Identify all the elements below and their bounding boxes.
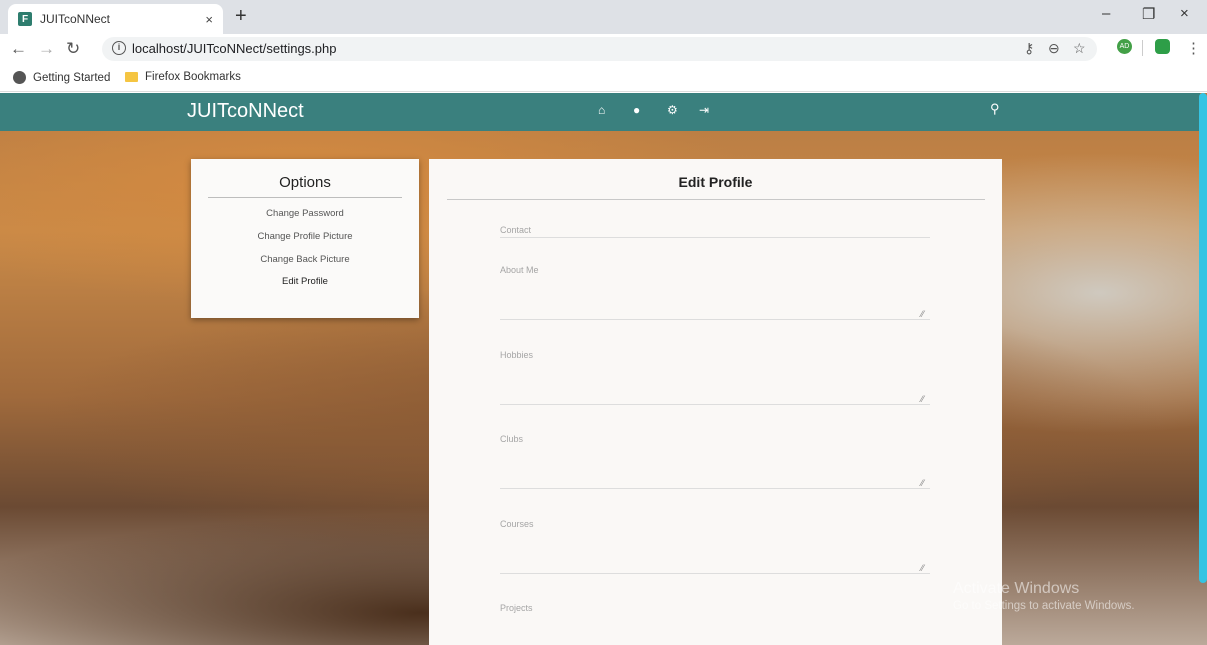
options-divider [208, 197, 402, 198]
address-bar[interactable]: i localhost/JUITcoNNect/settings.php ⚷ ⊖… [102, 37, 1097, 61]
courses-textarea[interactable] [500, 573, 930, 574]
contact-input[interactable] [500, 237, 930, 238]
bookmark-star-icon[interactable]: ☆ [1073, 40, 1086, 57]
restore-button[interactable]: ❐ [1142, 5, 1155, 23]
browser-tab-strip: F JUITcoNNect × + – ❐ × [0, 0, 1207, 34]
about-me-textarea[interactable] [500, 319, 930, 320]
option-change-password[interactable]: Change Password [191, 208, 419, 219]
courses-label: Courses [500, 519, 534, 529]
about-me-label: About Me [500, 265, 539, 275]
resize-handle-icon[interactable]: ⁄⁄ [921, 309, 924, 319]
user-icon[interactable]: ● [633, 103, 640, 117]
new-tab-button[interactable]: + [235, 5, 247, 28]
option-change-profile-picture[interactable]: Change Profile Picture [191, 231, 419, 242]
browser-tab[interactable]: F JUITcoNNect × [8, 4, 223, 34]
resize-handle-icon[interactable]: ⁄⁄ [921, 478, 924, 488]
watermark-line2: Go to Settings to activate Windows. [953, 600, 1135, 612]
resize-handle-icon[interactable]: ⁄⁄ [921, 563, 924, 573]
sign-out-icon[interactable]: ⇥ [699, 103, 709, 117]
search-icon[interactable]: ⚲ [990, 101, 1000, 117]
site-brand[interactable]: JUITcoNNect [187, 100, 304, 123]
page-scrollbar[interactable] [1199, 93, 1207, 583]
resize-handle-icon[interactable]: ⁄⁄ [921, 394, 924, 404]
edit-profile-panel: Edit Profile Contact About Me ⁄⁄ Hobbies… [429, 159, 1002, 645]
options-panel: Options Change Password Change Profile P… [191, 159, 419, 318]
browser-toolbar: ← → ↻ i localhost/JUITcoNNect/settings.p… [0, 34, 1207, 64]
contact-label: Contact [500, 225, 532, 235]
tab-title: JUITcoNNect [40, 12, 111, 26]
option-edit-profile[interactable]: Edit Profile [191, 276, 419, 287]
key-icon[interactable]: ⚷ [1024, 40, 1034, 57]
back-arrow-icon[interactable]: ← [10, 39, 27, 59]
bookmark-firefox-bookmarks[interactable]: Firefox Bookmarks [125, 71, 241, 83]
profile-avatar-icon[interactable]: AD [1117, 39, 1132, 54]
reload-icon[interactable]: ↻ [66, 39, 80, 59]
menu-kebab-icon[interactable]: ⋮ [1186, 39, 1201, 57]
options-title: Options [279, 174, 331, 191]
page-viewport: JUITcoNNect ⌂ ● ⚙ ⇥ ⚲ Options Change Pas… [0, 93, 1207, 645]
site-navbar: JUITcoNNect ⌂ ● ⚙ ⇥ ⚲ [0, 93, 1200, 131]
bookmark-getting-started[interactable]: Getting Started [13, 71, 110, 84]
clubs-textarea[interactable] [500, 488, 930, 489]
shield-extension-icon[interactable] [1155, 39, 1170, 54]
toolbar-divider [1142, 40, 1143, 56]
bookmark-label: Getting Started [33, 71, 111, 84]
clubs-label: Clubs [500, 434, 524, 444]
site-favicon-icon: F [18, 12, 32, 26]
bookmarks-bar: Getting Started Firefox Bookmarks [0, 64, 1207, 92]
projects-label: Projects [500, 603, 533, 613]
hobbies-label: Hobbies [500, 350, 534, 360]
forward-arrow-icon[interactable]: → [38, 39, 55, 59]
tab-close-icon[interactable]: × [205, 12, 213, 27]
option-change-back-picture[interactable]: Change Back Picture [191, 254, 419, 265]
edit-profile-divider [447, 199, 985, 200]
home-icon[interactable]: ⌂ [598, 103, 605, 117]
minimize-button[interactable]: – [1102, 5, 1110, 22]
cogs-icon[interactable]: ⚙ [667, 103, 678, 117]
globe-icon [13, 71, 26, 84]
site-info-icon[interactable]: i [112, 41, 126, 55]
zoom-icon[interactable]: ⊖ [1048, 40, 1060, 57]
folder-icon [125, 72, 138, 82]
hobbies-textarea[interactable] [500, 404, 930, 405]
bookmark-label: Firefox Bookmarks [145, 71, 241, 83]
close-window-button[interactable]: × [1180, 5, 1189, 22]
edit-profile-title: Edit Profile [678, 174, 753, 190]
windows-activation-watermark: Activate Windows Go to Settings to activ… [953, 580, 1135, 612]
watermark-line1: Activate Windows [953, 580, 1080, 597]
url-text: localhost/JUITcoNNect/settings.php [132, 41, 337, 56]
